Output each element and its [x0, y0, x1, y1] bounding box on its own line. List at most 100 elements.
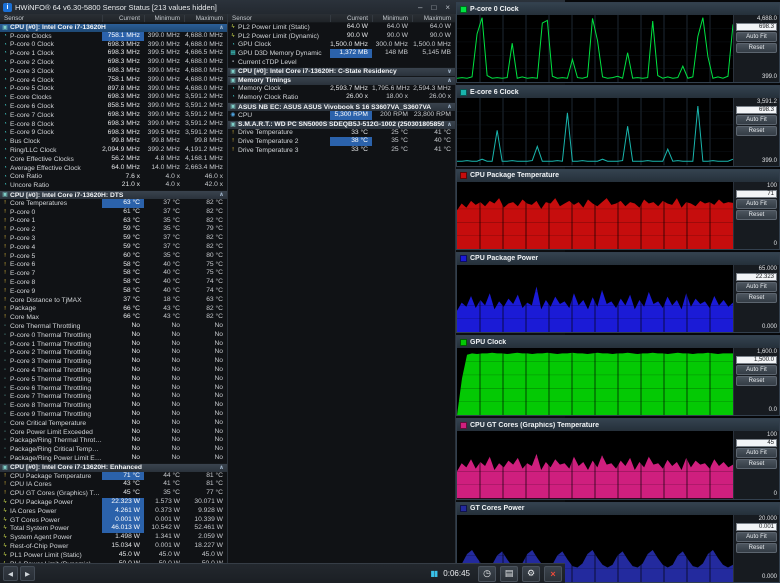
- column-maximum[interactable]: Maximum: [412, 14, 455, 22]
- scale-value-input[interactable]: 698.3: [736, 23, 777, 31]
- sensor-row[interactable]: ◦ E-core 7 Thermal Throttling No No No: [0, 392, 227, 401]
- column-current[interactable]: Current: [330, 14, 372, 22]
- section-header[interactable]: ▣ S.M.A.R.T.: WD PC SN5000S SDEQB5J-512G-…: [228, 119, 455, 129]
- sensor-row[interactable]: ◦Package/Ring Power Limit Exceeded No No No: [0, 454, 227, 463]
- scale-value-input[interactable]: 22.323: [736, 272, 777, 281]
- sensor-row[interactable]: ϟ CPU Package Power 22.323 W 1.573 W 30.071 …: [0, 498, 227, 507]
- sensor-row[interactable]: ! E-core 6 58 °C 40 °C 75 °C: [0, 261, 227, 270]
- column-minimum[interactable]: Minimum: [144, 14, 184, 22]
- reset-button[interactable]: Reset: [736, 43, 777, 53]
- reset-button[interactable]: Reset: [736, 459, 777, 470]
- sensor-row[interactable]: ◔ P-core 1 Clock 698.3 MHz 399.5 MHz 4,686.5…: [0, 49, 227, 58]
- auto-fit-button[interactable]: Auto Fit: [736, 32, 777, 42]
- scale-value-input[interactable]: 45: [736, 439, 777, 448]
- sensor-row[interactable]: ! CPU GT Cores (Graphics) Temper... 45 °C 3…: [0, 489, 227, 498]
- minimize-button[interactable]: –: [418, 3, 422, 12]
- report-button[interactable]: ▤: [500, 565, 518, 582]
- scale-value-input[interactable]: 1,500.0: [736, 356, 777, 365]
- sensor-row[interactable]: ! CPU Package Temperature 71 °C 44 °C 81 °C: [0, 471, 227, 481]
- close-button[interactable]: ×: [445, 3, 450, 12]
- sensor-row[interactable]: ▦ GPU D3D Memory Dynamic 1,372 MB 148 MB 5,1…: [228, 49, 455, 59]
- sensor-row[interactable]: ! Drive Temperature 2 38 °C 35 °C 40 °C: [228, 137, 455, 147]
- sensor-row[interactable]: ◦ P-core 4 Thermal Throttling No No No: [0, 366, 227, 375]
- auto-fit-button[interactable]: Auto Fit: [736, 531, 777, 542]
- column-minimum[interactable]: Minimum: [372, 14, 412, 22]
- sensor-row[interactable]: ! CPU IA Cores 43 °C 41 °C 81 °C: [0, 480, 227, 489]
- sensor-row[interactable]: ϟ GT Cores Power 0.001 W 0.001 W 10.339 W: [0, 515, 227, 525]
- sensor-row[interactable]: ! E-core 8 58 °C 40 °C 74 °C: [0, 278, 227, 287]
- sensor-row[interactable]: ϟ PL2 Power Limit (Dynamic) 90.0 W 90.0 W 90…: [228, 32, 455, 41]
- sensor-row[interactable]: ◔ Bus Clock 99.8 MHz 99.8 MHz 99.8 MHz: [0, 137, 227, 146]
- maximize-button[interactable]: □: [431, 3, 436, 12]
- settings-gear-button[interactable]: ⚙: [522, 565, 540, 582]
- auto-fit-button[interactable]: Auto Fit: [736, 198, 777, 209]
- sensor-row[interactable]: ◔ P-core Clocks 758.1 MHz 399.0 MHz 4,688.0 …: [0, 31, 227, 41]
- sensor-row[interactable]: ◔ P-core 5 Clock 897.8 MHz 399.0 MHz 4,688.0…: [0, 85, 227, 94]
- column-maximum[interactable]: Maximum: [184, 14, 227, 22]
- graph-titlebar[interactable]: GT Cores Power: [457, 502, 779, 515]
- column-current[interactable]: Current: [102, 14, 144, 22]
- section-header[interactable]: ▣ CPU [#0]: Intel Core i7-13620H: Enhance…: [0, 462, 227, 472]
- sensor-row[interactable]: ! Core Distance to TjMAX 37 °C 18 °C 63 °C: [0, 296, 227, 305]
- clock-button[interactable]: ◷: [478, 565, 496, 582]
- sensor-row[interactable]: ! Drive Temperature 3 33 °C 25 °C 41 °C: [228, 146, 455, 155]
- sensor-row[interactable]: ◔ E-core Clocks 698.3 MHz 399.0 MHz 3,591.2 …: [0, 93, 227, 102]
- sensor-row[interactable]: ▪ Current cTDP Level: [228, 58, 455, 67]
- sensor-row[interactable]: ◔ Uncore Ratio 21.0 x 4.0 x 42.0 x: [0, 181, 227, 190]
- section-header[interactable]: ▣ Memory Timings ∧: [228, 75, 455, 85]
- section-header[interactable]: ▣ CPU [#0]: Intel Core i7-13620H: DTS ∧: [0, 190, 227, 199]
- sensor-row[interactable]: ◔ P-core 2 Clock 698.3 MHz 399.0 MHz 4,688.0…: [0, 58, 227, 67]
- auto-fit-button[interactable]: Auto Fit: [736, 281, 777, 292]
- column-sensor[interactable]: Sensor: [228, 15, 330, 22]
- sensor-row[interactable]: ◦Package/Ring Critical Temperature No No No: [0, 445, 227, 454]
- section-header[interactable]: ▣ CPU [#0]: Intel Core i7-13620H ∧: [0, 23, 227, 32]
- sensor-row[interactable]: ◦ P-core 0 Thermal Throttling No No No: [0, 331, 227, 340]
- sensor-row[interactable]: ϟ IA Cores Power 4.261 W 0.373 W 9.928 W: [0, 506, 227, 516]
- graph-titlebar[interactable]: CPU GT Cores (Graphics) Temperature: [457, 419, 779, 432]
- graph-titlebar[interactable]: P-core 0 Clock: [457, 3, 779, 15]
- sensor-row[interactable]: ! P-core 1 63 °C 35 °C 82 °C: [0, 217, 227, 226]
- sensor-row[interactable]: ◦ Core Power Limit Exceeded No No No: [0, 428, 227, 437]
- sensor-row[interactable]: ! P-core 3 59 °C 37 °C 82 °C: [0, 234, 227, 243]
- sensor-row[interactable]: ϟ Total System Power 46.013 W 10.542 W 52.46…: [0, 524, 227, 534]
- sensor-row[interactable]: ! E-core 9 58 °C 40 °C 74 °C: [0, 287, 227, 296]
- scale-value-input[interactable]: 71: [736, 189, 777, 198]
- close-sensors-button[interactable]: ×: [544, 565, 562, 582]
- section-header[interactable]: ▣ ASUS NB EC: ASUS ASUS Vivobook S 16 S36…: [228, 102, 455, 111]
- sensor-row[interactable]: ◔ Average Effective Clock 64.0 MHz 14.0 MHz…: [0, 164, 227, 173]
- sensor-row[interactable]: ◔ E-core 8 Clock 698.3 MHz 399.0 MHz 3,591.2…: [0, 120, 227, 129]
- auto-fit-button[interactable]: Auto Fit: [736, 115, 777, 126]
- section-header[interactable]: ▣ CPU [#0]: Intel Core i7-13620H: C-State…: [228, 66, 455, 76]
- sensor-row[interactable]: ϟ Rest-of-Chip Power 15.034 W 0.001 W 18.227…: [0, 542, 227, 551]
- graph-titlebar[interactable]: GPU Clock: [457, 336, 779, 349]
- sensor-row[interactable]: ϟ PL1 Power Limit (Static) 45.0 W 45.0 W 45.…: [0, 551, 227, 560]
- sensor-row[interactable]: ◦ P-core 2 Thermal Throttling No No No: [0, 348, 227, 357]
- sensor-row[interactable]: ◔ Memory Clock 2,593.7 MHz 1,795.6 MHz 2,594…: [228, 85, 455, 94]
- sensor-row[interactable]: ! Core Max 66 °C 43 °C 82 °C: [0, 313, 227, 322]
- sensor-row[interactable]: ◦ P-core 3 Thermal Throttling No No No: [0, 357, 227, 366]
- reset-button[interactable]: Reset: [736, 376, 777, 387]
- auto-fit-button[interactable]: Auto Fit: [736, 365, 777, 376]
- auto-fit-button[interactable]: Auto Fit: [736, 448, 777, 459]
- sensor-row[interactable]: ◔ Ring/LLC Clock 2,094.9 MHz 399.2 MHz 4,191…: [0, 146, 227, 155]
- sensor-row[interactable]: ◦ P-core 1 Thermal Throttling No No No: [0, 340, 227, 349]
- sensor-row[interactable]: ◔ E-core 6 Clock 858.5 MHz 399.0 MHz 3,591.2…: [0, 102, 227, 111]
- sensor-row[interactable]: ◔ P-core 4 Clock 758.1 MHz 399.0 MHz 4,688.0…: [0, 76, 227, 85]
- scale-value-input[interactable]: 0.001: [736, 522, 777, 531]
- reset-button[interactable]: Reset: [736, 292, 777, 303]
- sensor-row[interactable]: ! P-core 2 59 °C 35 °C 79 °C: [0, 225, 227, 234]
- graph-titlebar[interactable]: CPU Package Power: [457, 252, 779, 265]
- sensor-row[interactable]: ◔ E-core 7 Clock 698.3 MHz 399.0 MHz 3,591.2…: [0, 111, 227, 120]
- column-sensor[interactable]: Sensor: [0, 15, 102, 22]
- graph-titlebar[interactable]: CPU Package Temperature: [457, 169, 779, 182]
- sensor-row[interactable]: ◦ P-core 5 Thermal Throttling No No No: [0, 375, 227, 384]
- sensor-row[interactable]: ◔ P-core 0 Clock 698.3 MHz 399.0 MHz 4,688.0…: [0, 41, 227, 50]
- sensor-row[interactable]: ! Core Temperatures 63 °C 37 °C 82 °C: [0, 198, 227, 208]
- scale-value-input[interactable]: 698.3: [736, 106, 777, 115]
- reset-button[interactable]: Reset: [736, 209, 777, 220]
- sensor-row[interactable]: ◔ Core Ratio 7.6 x 4.0 x 46.0 x: [0, 173, 227, 182]
- sensor-row[interactable]: ϟ PL2 Power Limit (Static) 64.0 W 64.0 W 64.…: [228, 23, 455, 32]
- sensor-row[interactable]: ◔ Memory Clock Ratio 26.00 x 18.00 x 26.00 x: [228, 93, 455, 102]
- scroll-left-button[interactable]: ◀: [3, 566, 18, 581]
- sensor-row[interactable]: ◔ GPU Clock 1,500.0 MHz 300.0 MHz 1,500.0 MH…: [228, 41, 455, 50]
